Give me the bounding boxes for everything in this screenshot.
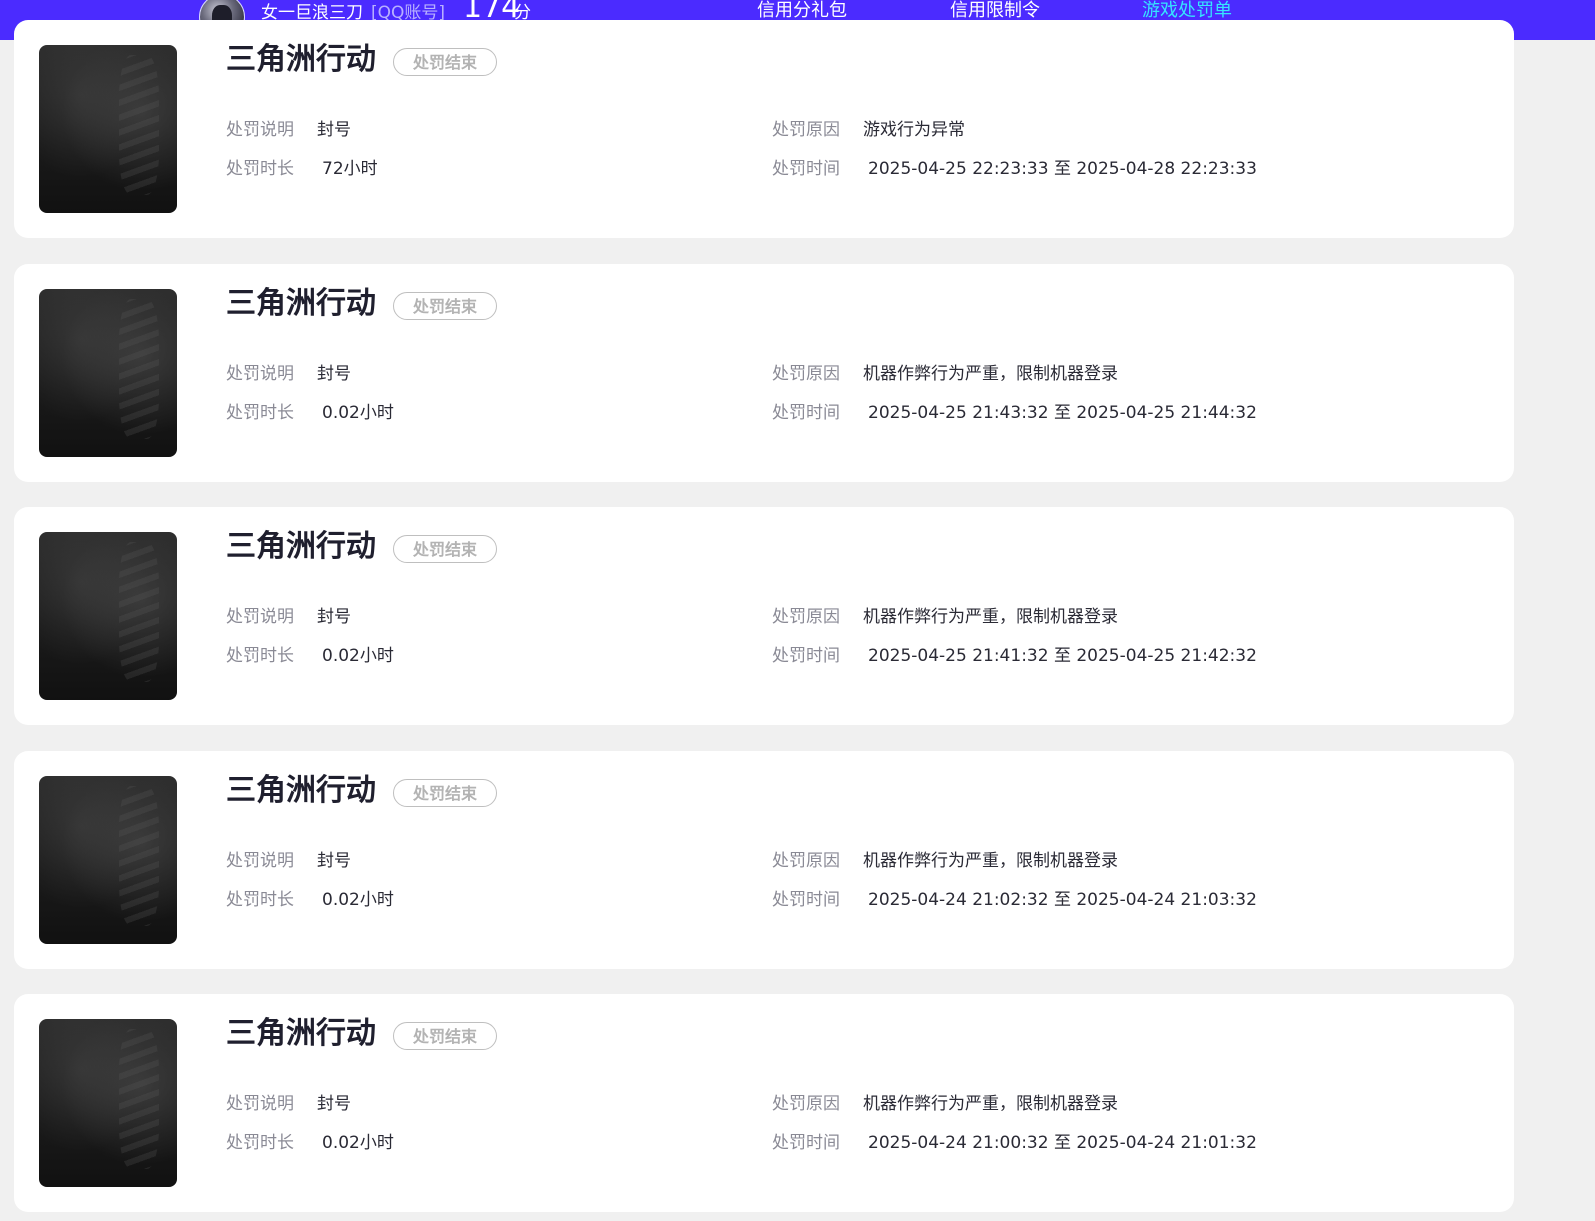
status-badge: 处罚结束 [393, 48, 497, 76]
penalty-duration-label: 处罚时长 [226, 1133, 294, 1153]
penalty-desc-value: 封号 [317, 607, 351, 627]
penalty-reason-label: 处罚原因 [772, 851, 840, 871]
penalty-duration-value: 0.02小时 [322, 403, 394, 423]
penalty-card: 三角洲行动 处罚结束 处罚说明 封号 处罚时长 72小时 处罚原因 游戏行为异常… [14, 20, 1514, 238]
status-badge: 处罚结束 [393, 1022, 497, 1050]
penalty-time-value: 2025-04-25 21:41:32 至 2025-04-25 21:42:3… [868, 646, 1257, 666]
penalty-desc-value: 封号 [317, 1094, 351, 1114]
penalty-reason-value: 机器作弊行为严重，限制机器登录 [863, 607, 1118, 627]
penalty-time-label: 处罚时间 [772, 1133, 840, 1153]
penalty-desc-label: 处罚说明 [226, 607, 294, 627]
penalty-reason-label: 处罚原因 [772, 364, 840, 384]
penalty-card: 三角洲行动 处罚结束 处罚说明 封号 处罚时长 0.02小时 处罚原因 机器作弊… [14, 507, 1514, 725]
game-thumbnail [39, 1019, 177, 1187]
status-badge: 处罚结束 [393, 779, 497, 807]
status-badge: 处罚结束 [393, 292, 497, 320]
penalty-duration-label: 处罚时长 [226, 403, 294, 423]
game-thumbnail [39, 776, 177, 944]
penalty-reason-value: 机器作弊行为严重，限制机器登录 [863, 364, 1118, 384]
penalty-time-label: 处罚时间 [772, 159, 840, 179]
penalty-reason-value: 游戏行为异常 [863, 120, 965, 140]
game-thumbnail [39, 289, 177, 457]
penalty-duration-value: 0.02小时 [322, 1133, 394, 1153]
penalty-time-label: 处罚时间 [772, 403, 840, 423]
penalty-duration-label: 处罚时长 [226, 890, 294, 910]
game-thumbnail [39, 45, 177, 213]
penalty-duration-value: 0.02小时 [322, 890, 394, 910]
penalty-time-label: 处罚时间 [772, 646, 840, 666]
penalty-desc-label: 处罚说明 [226, 1094, 294, 1114]
penalty-card: 三角洲行动 处罚结束 处罚说明 封号 处罚时长 0.02小时 处罚原因 机器作弊… [14, 264, 1514, 482]
tab-credit-gift-pack[interactable]: 信用分礼包 [757, 0, 847, 22]
penalty-card: 三角洲行动 处罚结束 处罚说明 封号 处罚时长 0.02小时 处罚原因 机器作弊… [14, 994, 1514, 1212]
penalty-reason-value: 机器作弊行为严重，限制机器登录 [863, 1094, 1118, 1114]
penalty-duration-value: 0.02小时 [322, 646, 394, 666]
game-title: 三角洲行动 [226, 42, 376, 77]
penalty-desc-value: 封号 [317, 120, 351, 140]
penalty-desc-label: 处罚说明 [226, 120, 294, 140]
game-title: 三角洲行动 [226, 1016, 376, 1051]
game-thumbnail [39, 532, 177, 700]
penalty-duration-value: 72小时 [322, 159, 378, 179]
game-title: 三角洲行动 [226, 529, 376, 564]
status-badge: 处罚结束 [393, 535, 497, 563]
penalty-duration-label: 处罚时长 [226, 646, 294, 666]
penalty-desc-value: 封号 [317, 364, 351, 384]
penalty-duration-label: 处罚时长 [226, 159, 294, 179]
penalty-desc-label: 处罚说明 [226, 364, 294, 384]
penalty-reason-value: 机器作弊行为严重，限制机器登录 [863, 851, 1118, 871]
penalty-time-value: 2025-04-24 21:02:32 至 2025-04-24 21:03:3… [868, 890, 1257, 910]
game-title: 三角洲行动 [226, 773, 376, 808]
penalty-reason-label: 处罚原因 [772, 1094, 840, 1114]
penalty-time-value: 2025-04-25 22:23:33 至 2025-04-28 22:23:3… [868, 159, 1257, 179]
penalty-card: 三角洲行动 处罚结束 处罚说明 封号 处罚时长 0.02小时 处罚原因 机器作弊… [14, 751, 1514, 969]
tab-game-penalty[interactable]: 游戏处罚单 [1142, 0, 1232, 22]
penalty-desc-value: 封号 [317, 851, 351, 871]
penalty-time-value: 2025-04-24 21:00:32 至 2025-04-24 21:01:3… [868, 1133, 1257, 1153]
penalty-time-value: 2025-04-25 21:43:32 至 2025-04-25 21:44:3… [868, 403, 1257, 423]
penalty-reason-label: 处罚原因 [772, 120, 840, 140]
penalty-desc-label: 处罚说明 [226, 851, 294, 871]
game-title: 三角洲行动 [226, 286, 376, 321]
tab-credit-restriction[interactable]: 信用限制令 [950, 0, 1040, 22]
penalty-reason-label: 处罚原因 [772, 607, 840, 627]
penalty-time-label: 处罚时间 [772, 890, 840, 910]
